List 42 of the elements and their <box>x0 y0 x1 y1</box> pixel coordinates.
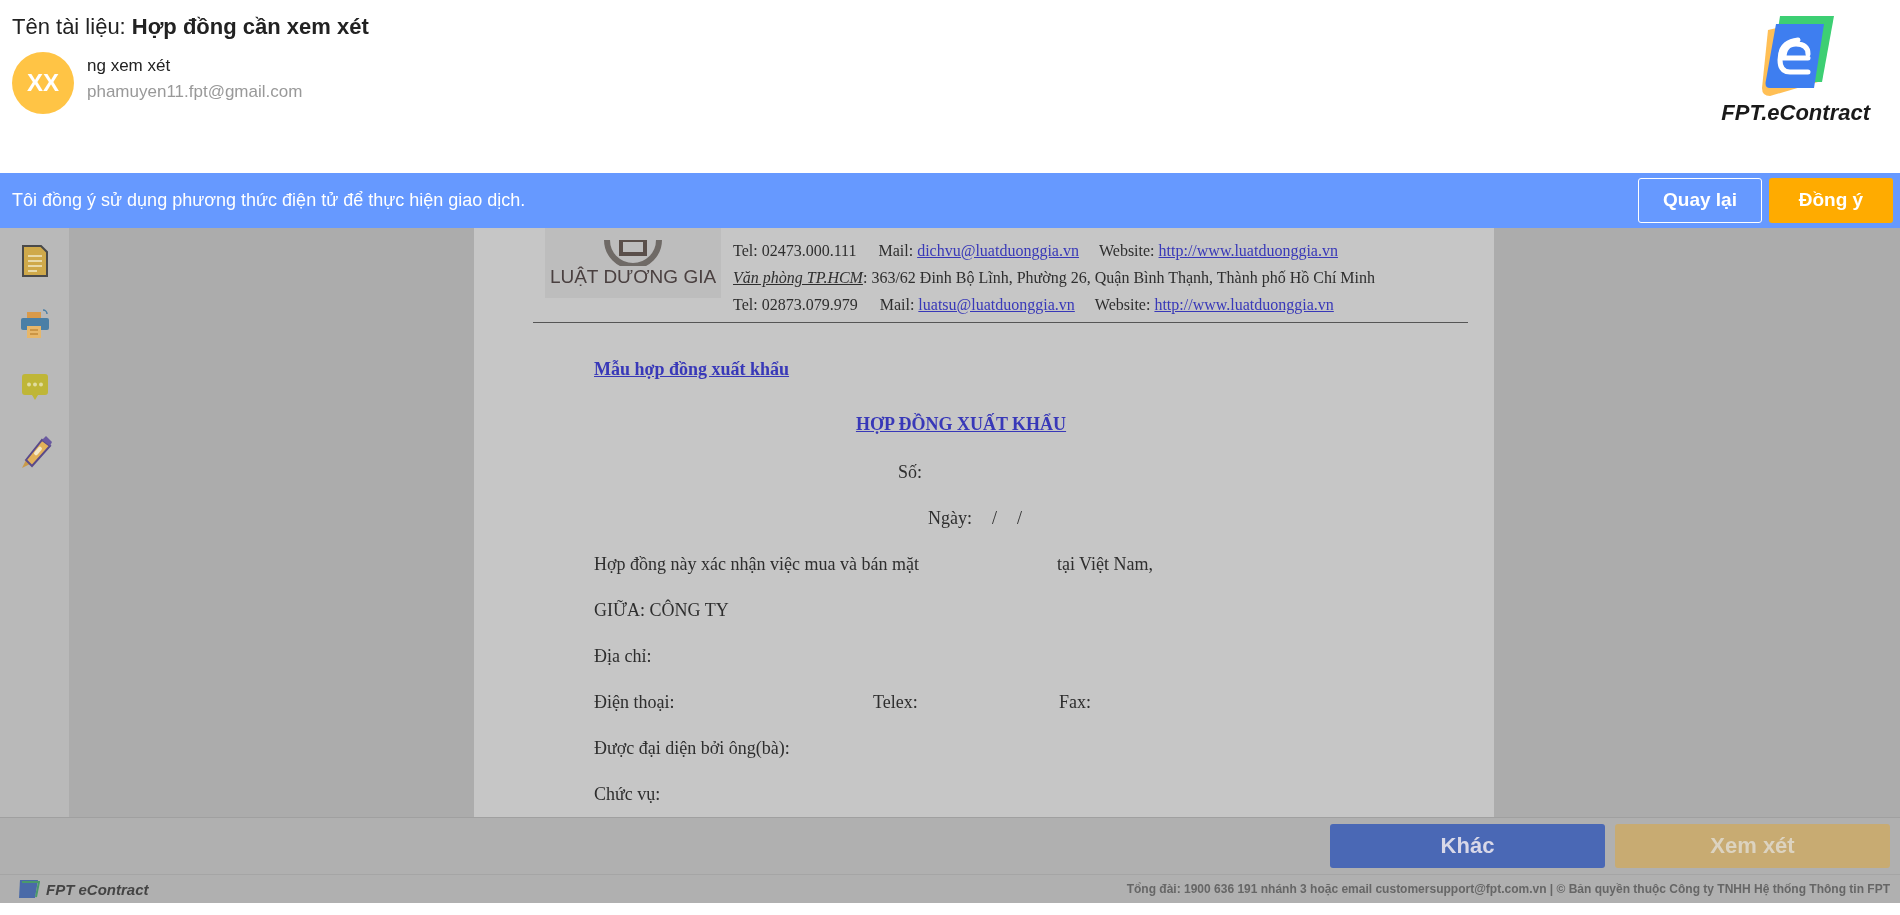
contract-field-label: Địa chỉ: <box>594 646 652 668</box>
logo-icon <box>603 239 663 266</box>
contract-field-label: Ngày: <box>928 508 972 530</box>
contract-field-label: Hợp đồng này xác nhận việc mua và bán mặt <box>594 554 919 576</box>
contact-text: Website: <box>1094 295 1151 314</box>
contract-field-label: Số: <box>898 462 922 484</box>
email-link[interactable]: dichvu@luatduonggia.vn <box>917 241 1079 260</box>
contract-field-label: Fax: <box>1059 692 1091 714</box>
contact-text: Tel: 02873.079.979 <box>733 295 858 314</box>
document-icon[interactable] <box>20 243 49 278</box>
reviewer-email: phamuyen11.fpt@gmail.com <box>87 82 303 102</box>
contact-text: : 363/62 Đinh Bộ Lĩnh, Phường 26, Quận Bình Thạnh, Thành phố Hồ Chí Minh <box>862 268 1376 287</box>
footer-brand: FPT eContract <box>46 880 149 898</box>
website-link[interactable]: http://www.luatduonggia.vn <box>1154 295 1334 314</box>
footer-text: Tổng đài: 1900 636 191 nhánh 3 hoặc email customersupport@fpt.com.vn | © Bản quyền thuộc Công ty TNHH Hệ thống Thông tin FPT <box>1126 882 1890 896</box>
contact-text: Website: <box>1098 241 1155 260</box>
contract-field-label: GIỮA: CÔNG TY <box>594 600 729 622</box>
contract-field-label: Telex: <box>873 692 919 714</box>
template-link[interactable]: Mẫu hợp đồng xuất khẩu <box>594 358 790 380</box>
other-button[interactable]: Khác <box>1330 824 1605 869</box>
avatar: XX <box>12 52 74 114</box>
brand-name: FPT.eContract <box>1721 100 1870 126</box>
firm-name: LUẬT DƯƠNG GIA <box>549 265 717 288</box>
contract-field-label: Được đại diện bởi ông(bà): <box>594 738 790 760</box>
back-button[interactable]: Quay lại <box>1638 177 1762 223</box>
office-label: Văn phòng TP.HCM <box>733 268 863 287</box>
contract-field-label: / <box>992 508 997 530</box>
document-title: Hợp đồng cần xem xét <box>131 14 369 39</box>
document-title-label: Tên tài liệu: <box>12 14 127 39</box>
contact-text: Mail: <box>879 295 915 314</box>
contract-field-label: / <box>1017 508 1023 530</box>
contract-field-label: Điện thoại: <box>594 692 676 714</box>
contract-field-label: tại Việt Nam, <box>1056 554 1153 576</box>
email-link[interactable]: luatsu@luatduonggia.vn <box>918 295 1075 314</box>
logo-icon <box>16 878 40 900</box>
contact-text: Mail: <box>878 241 914 260</box>
reviewer-name: ng xem xét <box>87 56 172 76</box>
contract-field-label: Chức vụ: <box>594 784 661 806</box>
contact-text: Tel: 02473.000.111 <box>733 241 857 260</box>
consent-text: Tôi đồng ý sử dụng phương thức điện tử để thực hiện giao dịch. <box>12 189 526 211</box>
website-link[interactable]: http://www.luatduonggia.vn <box>1158 241 1338 260</box>
contract-title: HỢP ĐỒNG XUẤT KHẨU <box>855 413 1067 434</box>
